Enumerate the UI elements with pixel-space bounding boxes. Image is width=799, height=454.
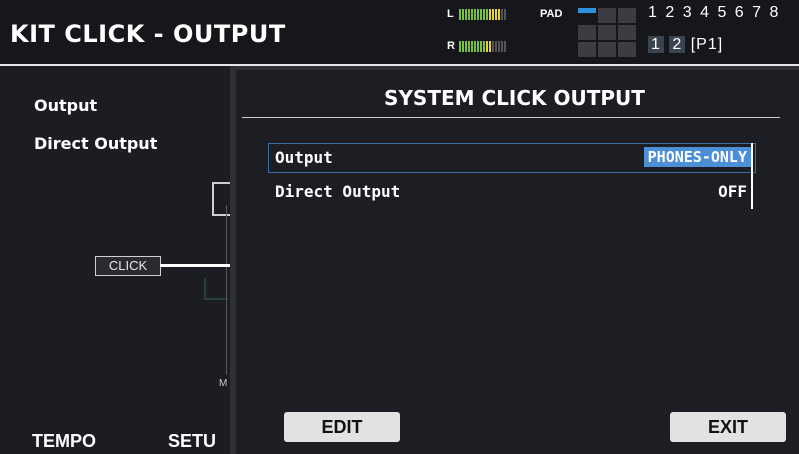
click-signal-line xyxy=(160,264,232,267)
bg-direct-output-label: Direct Output xyxy=(34,134,158,153)
diagram-bus-line xyxy=(226,205,227,375)
kit-number: 2 xyxy=(665,4,677,21)
dialog-title-divider xyxy=(242,117,780,118)
kit-number: 5 xyxy=(717,4,729,21)
click-source-box: CLICK xyxy=(95,256,161,276)
diagram-route-line xyxy=(204,278,228,300)
pad-cell xyxy=(578,25,596,40)
pad-cell xyxy=(598,25,616,40)
bg-output-label: Output xyxy=(34,96,98,115)
meter-l-label: L xyxy=(447,8,454,20)
edit-button[interactable]: EDIT xyxy=(284,412,400,442)
pad-label: PAD xyxy=(540,8,563,20)
kit-number: 4 xyxy=(700,4,711,21)
kit-number: 1 xyxy=(648,4,659,21)
diagram-m-label: M xyxy=(219,378,228,389)
pad-cell xyxy=(618,42,636,57)
diagram-bracket xyxy=(212,182,230,216)
pad-cell xyxy=(618,8,636,23)
pad-cell xyxy=(618,25,636,40)
pad-cell xyxy=(578,8,596,13)
meter-r-label: R xyxy=(447,40,455,52)
kit-number: 3 xyxy=(682,4,694,21)
output-value[interactable]: PHONES-ONLY xyxy=(643,147,751,167)
system-click-output-dialog xyxy=(230,66,799,454)
value-cursor xyxy=(751,143,753,209)
kit-number-row: 1 2 3 4 5 6 7 8 xyxy=(648,4,780,22)
kit-number: 8 xyxy=(769,4,781,21)
kit-number: 7 xyxy=(752,4,764,21)
direct-output-label: Direct Output xyxy=(275,182,401,201)
meter-l xyxy=(459,9,506,20)
page-title: KIT CLICK - OUTPUT xyxy=(10,20,286,48)
bank-number: 2 xyxy=(669,36,686,53)
pad-cell xyxy=(598,8,616,23)
pad-cell xyxy=(578,42,596,57)
tab-tempo[interactable]: TEMPO xyxy=(32,431,96,452)
bank-row: 1 2 [P1] xyxy=(648,36,723,54)
pad-indicator-grid xyxy=(578,8,636,58)
exit-button[interactable]: EXIT xyxy=(670,412,786,442)
bank-page: [P1] xyxy=(690,36,724,53)
dialog-title: SYSTEM CLICK OUTPUT xyxy=(384,86,645,110)
direct-output-value[interactable]: OFF xyxy=(718,182,747,201)
output-label: Output xyxy=(275,148,333,167)
kit-number: 6 xyxy=(734,4,746,21)
bank-number: 1 xyxy=(648,36,664,53)
pad-cell xyxy=(598,42,616,57)
meter-r xyxy=(459,41,506,52)
tab-setup[interactable]: SETU xyxy=(168,431,216,452)
